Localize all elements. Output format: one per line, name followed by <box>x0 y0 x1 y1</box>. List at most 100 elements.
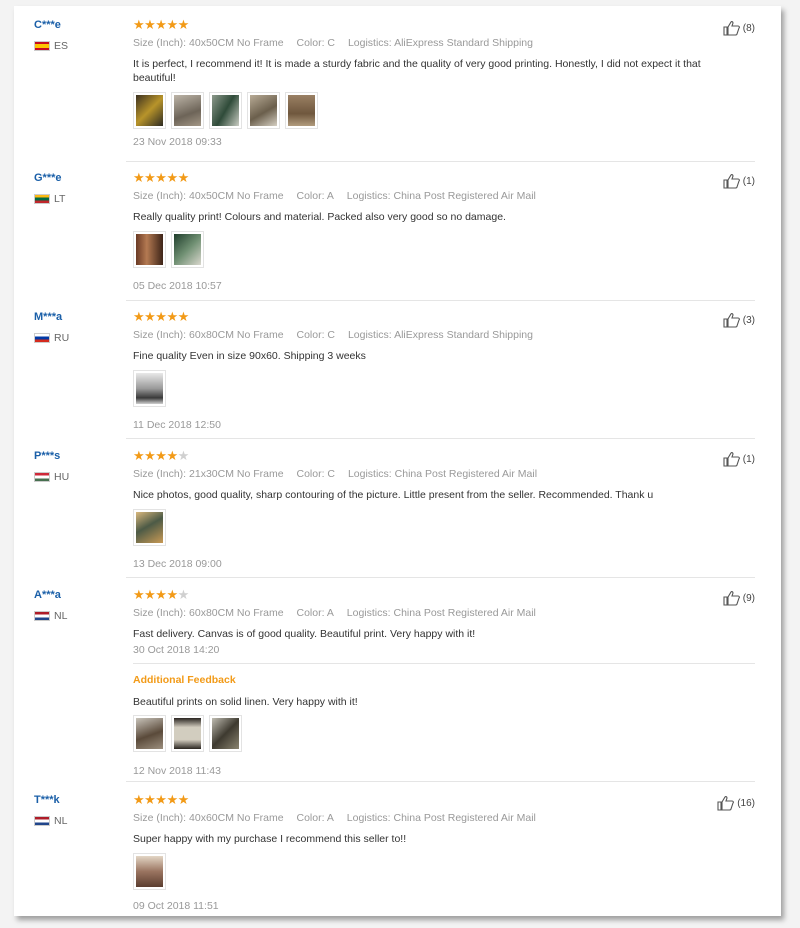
order-info: Size (Inch): 21x30CM No Frame Color: C L… <box>133 468 547 480</box>
review-photo[interactable] <box>133 92 166 129</box>
review-photo[interactable] <box>133 231 166 268</box>
review-photos <box>133 715 242 752</box>
review-photos <box>133 92 318 129</box>
review-item: P***s HU ★★★★★ Size (Inch): 21x30CM No F… <box>14 437 781 576</box>
review-photos <box>133 853 166 890</box>
review-date: 30 Oct 2018 14:20 <box>133 644 220 656</box>
review-photo[interactable] <box>133 853 166 890</box>
review-photo[interactable] <box>171 92 204 129</box>
review-item: T***k NL ★★★★★ Size (Inch): 40x60CM No F… <box>14 781 781 916</box>
thumbs-up-icon <box>717 796 735 811</box>
star-icon: ★★★★★ <box>133 170 189 185</box>
logistics-value: China Post Registered Air Mail <box>393 190 536 202</box>
star-empty-icon: ★ <box>177 448 190 463</box>
thumbs-up-icon <box>723 452 740 467</box>
flag-nl-icon <box>34 611 50 621</box>
reviewer-name[interactable]: A***a <box>34 589 61 601</box>
review-photo[interactable] <box>133 509 166 546</box>
country-code: HU <box>54 471 70 483</box>
reviewer-country: HU <box>34 471 69 483</box>
helpful-button[interactable]: (1) <box>723 451 755 467</box>
additional-feedback-date: 12 Nov 2018 11:43 <box>133 765 221 777</box>
review-date: 23 Nov 2018 09:33 <box>133 136 222 148</box>
thumbs-up-icon <box>723 174 740 189</box>
divider <box>133 663 755 664</box>
helpful-button[interactable]: (3) <box>723 312 755 328</box>
review-date: 09 Oct 2018 11:51 <box>133 900 219 912</box>
review-date: 05 Dec 2018 10:57 <box>133 280 222 292</box>
color-label: Color: <box>296 329 325 341</box>
logistics-label: Logistics: <box>346 812 391 824</box>
review-item: M***a RU ★★★★★ Size (Inch): 60x80CM No F… <box>14 298 781 437</box>
color-value: A <box>326 607 334 619</box>
reviewer-country: NL <box>34 610 67 622</box>
review-photo[interactable] <box>285 92 318 129</box>
review-date: 13 Dec 2018 09:00 <box>133 558 222 570</box>
logistics-value: AliExpress Standard Shipping <box>394 329 533 341</box>
reviewer-name[interactable]: M***a <box>34 311 62 323</box>
color-value: C <box>327 37 336 49</box>
review-text: It is perfect, I recommend it! It is mad… <box>133 58 701 84</box>
review-photo[interactable] <box>209 715 242 752</box>
logistics-value: China Post Registered Air Mail <box>393 812 536 824</box>
color-value: C <box>327 329 336 341</box>
order-info: Size (Inch): 40x50CM No Frame Color: A L… <box>133 190 546 202</box>
review-photos <box>133 370 166 407</box>
logistics-label: Logistics: <box>346 607 391 619</box>
helpful-count: (16) <box>737 797 755 809</box>
star-empty-icon: ★ <box>177 587 190 602</box>
flag-hu-icon <box>34 472 50 482</box>
review-photo[interactable] <box>171 715 204 752</box>
helpful-button[interactable]: (9) <box>723 590 755 606</box>
helpful-button[interactable]: (8) <box>723 20 755 36</box>
review-photos <box>133 231 204 268</box>
logistics-value: AliExpress Standard Shipping <box>394 37 533 49</box>
thumbs-up-icon <box>723 21 740 36</box>
color-label: Color: <box>296 190 325 202</box>
helpful-button[interactable]: (16) <box>717 795 755 811</box>
country-code: NL <box>54 610 68 622</box>
flag-es-icon <box>34 41 50 51</box>
review-photo[interactable] <box>133 715 166 752</box>
thumbs-up-icon <box>723 591 740 606</box>
star-rating: ★★★★★ <box>133 449 189 462</box>
reviewer-name[interactable]: C***e <box>34 19 61 31</box>
star-rating: ★★★★★ <box>133 310 189 323</box>
review-item: A***a NL ★★★★★ Size (Inch): 60x80CM No F… <box>14 576 781 781</box>
helpful-button[interactable]: (1) <box>723 173 755 189</box>
logistics-label: Logistics: <box>347 468 392 480</box>
reviewer-name[interactable]: P***s <box>34 450 60 462</box>
star-icon: ★★★★ <box>133 587 178 602</box>
reviewer-country: LT <box>34 193 65 205</box>
order-info: Size (Inch): 60x80CM No Frame Color: C L… <box>133 329 543 341</box>
logistics-label: Logistics: <box>347 329 392 341</box>
reviewer-country: NL <box>34 815 67 827</box>
star-icon: ★★★★★ <box>133 17 189 32</box>
review-photos <box>133 509 166 546</box>
color-label: Color: <box>296 812 325 824</box>
review-photo[interactable] <box>247 92 280 129</box>
review-item: C***e ES ★★★★★ Size (Inch): 40x50CM No F… <box>14 6 781 161</box>
star-icon: ★★★★★ <box>133 309 189 324</box>
helpful-count: (8) <box>742 22 755 34</box>
review-photo[interactable] <box>209 92 242 129</box>
review-text: Super happy with my purchase I recommend… <box>133 833 407 845</box>
review-photo[interactable] <box>133 370 166 407</box>
size-label: Size (Inch): <box>133 190 187 202</box>
review-photo[interactable] <box>171 231 204 268</box>
color-value: A <box>326 812 334 824</box>
helpful-count: (3) <box>742 314 755 326</box>
size-value: 60x80CM No Frame <box>189 329 284 341</box>
reviewer-name[interactable]: T***k <box>34 794 60 806</box>
review-text: Fast delivery. Canvas is of good quality… <box>133 628 476 640</box>
logistics-label: Logistics: <box>346 190 391 202</box>
reviewer-name[interactable]: G***e <box>34 172 62 184</box>
flag-ru-icon <box>34 333 50 343</box>
color-label: Color: <box>296 468 325 480</box>
color-value: A <box>326 190 334 202</box>
size-label: Size (Inch): <box>133 37 187 49</box>
flag-lt-icon <box>34 194 50 204</box>
country-code: ES <box>54 40 69 52</box>
logistics-label: Logistics: <box>347 37 392 49</box>
size-value: 21x30CM No Frame <box>189 468 284 480</box>
